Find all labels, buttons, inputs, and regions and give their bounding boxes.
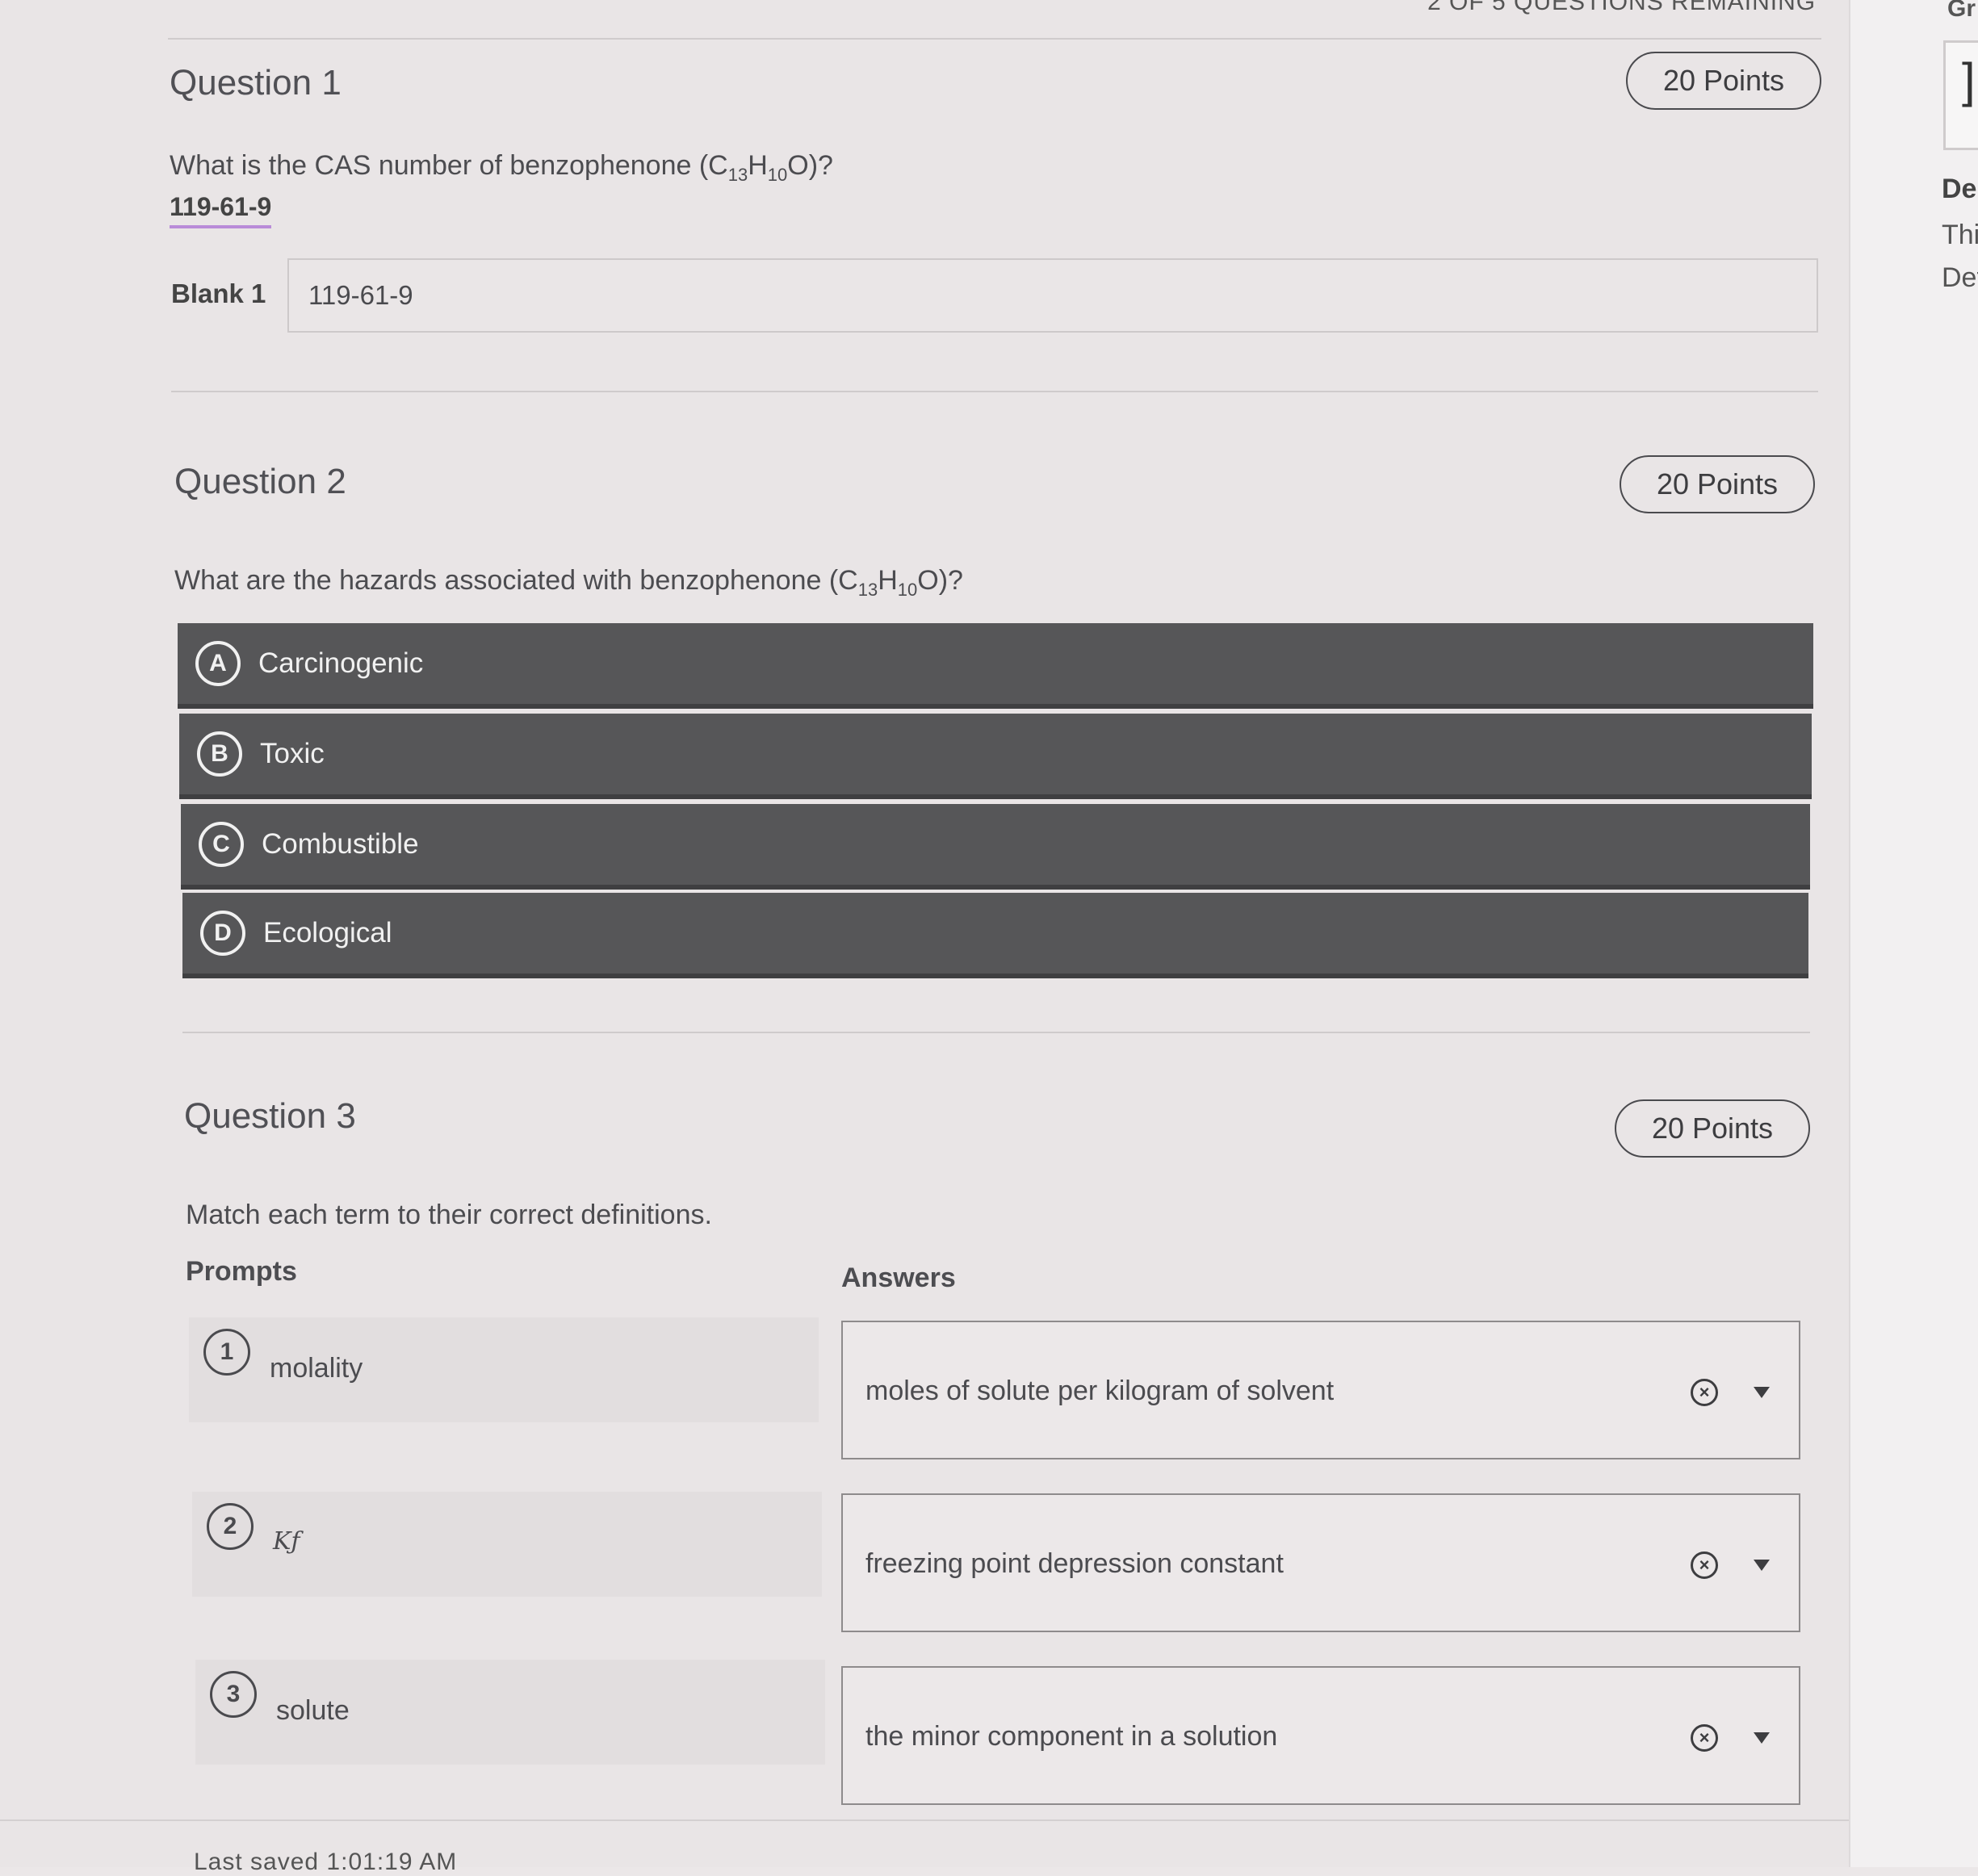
blank-1-input[interactable] [287, 258, 1818, 333]
option-b[interactable]: B Toxic [179, 714, 1812, 799]
question-1-answer: 119-61-9 [170, 192, 272, 228]
questions-remaining: 2 OF 5 QUESTIONS REMAINING [1427, 0, 1817, 15]
answer-select-1[interactable]: moles of solute per kilogram of solvent … [841, 1321, 1800, 1459]
question-1-text: What is the CAS number of benzophenone (… [170, 150, 833, 185]
option-label: Carcinogenic [258, 647, 424, 679]
quiz-main: 2 OF 5 QUESTIONS REMAINING Question 1 20… [0, 0, 1849, 1875]
answers-header: Answers [841, 1263, 956, 1293]
option-d[interactable]: D Ecological [182, 893, 1808, 978]
prompt-text: solute [276, 1695, 350, 1726]
chevron-down-icon[interactable] [1754, 1732, 1770, 1744]
divider [168, 38, 1821, 40]
option-c[interactable]: C Combustible [181, 804, 1810, 890]
prompt-number: 1 [203, 1329, 250, 1376]
last-saved-status: Last saved 1:01:19 AM [194, 1849, 458, 1875]
answer-select-3[interactable]: the minor component in a solution × [841, 1666, 1800, 1805]
answer-text: freezing point depression constant [865, 1548, 1284, 1579]
footer-divider [0, 1819, 1849, 1821]
option-label: Toxic [260, 738, 325, 769]
close-circle-icon[interactable]: × [1691, 1551, 1718, 1579]
close-circle-icon[interactable]: × [1691, 1724, 1718, 1752]
option-label: Ecological [263, 917, 392, 948]
prompt-number: 2 [207, 1503, 254, 1550]
question-3-points: 20 Points [1615, 1099, 1810, 1158]
side-panel-heading: Gr [1947, 0, 1976, 22]
answer-text: moles of solute per kilogram of solvent [865, 1376, 1335, 1406]
prompt-text: molality [270, 1353, 363, 1384]
option-letter-b: B [197, 731, 242, 777]
prompt-1: 1 molality [189, 1317, 819, 1422]
divider [171, 391, 1818, 392]
question-3-text: Match each term to their correct definit… [186, 1200, 712, 1230]
question-3-title: Question 3 [184, 1096, 356, 1136]
chevron-down-icon[interactable] [1754, 1560, 1770, 1571]
blank-1-label: Blank 1 [171, 278, 266, 308]
option-a[interactable]: A Carcinogenic [178, 623, 1813, 709]
option-letter-c: C [199, 822, 244, 867]
answer-select-2[interactable]: freezing point depression constant × [841, 1493, 1800, 1632]
prompts-header: Prompts [186, 1256, 297, 1287]
bracket-icon: ] [1962, 53, 1976, 107]
side-panel: Gr ] De Thi Det [1849, 0, 1978, 1867]
option-label: Combustible [262, 828, 419, 860]
close-circle-icon[interactable]: × [1691, 1379, 1718, 1406]
option-letter-a: A [195, 641, 241, 686]
side-panel-card[interactable]: ] [1943, 40, 1978, 150]
answer-text: the minor component in a solution [865, 1721, 1278, 1752]
question-2-title: Question 2 [174, 462, 346, 501]
side-panel-detail-line: Det [1942, 262, 1978, 293]
question-2-points: 20 Points [1620, 455, 1815, 513]
question-1-title: Question 1 [170, 63, 342, 103]
side-panel-detail-title: De [1942, 174, 1977, 204]
question-1-points: 20 Points [1626, 52, 1821, 110]
side-panel-detail-line: Thi [1942, 220, 1978, 250]
prompt-number: 3 [210, 1671, 257, 1718]
prompt-3: 3 solute [195, 1660, 825, 1765]
option-letter-d: D [200, 911, 245, 956]
question-2-text: What are the hazards associated with ben… [174, 565, 963, 600]
prompt-text: Kƒ [273, 1527, 300, 1556]
prompt-2: 2 Kƒ [192, 1492, 822, 1597]
chevron-down-icon[interactable] [1754, 1387, 1770, 1398]
divider [182, 1032, 1810, 1033]
